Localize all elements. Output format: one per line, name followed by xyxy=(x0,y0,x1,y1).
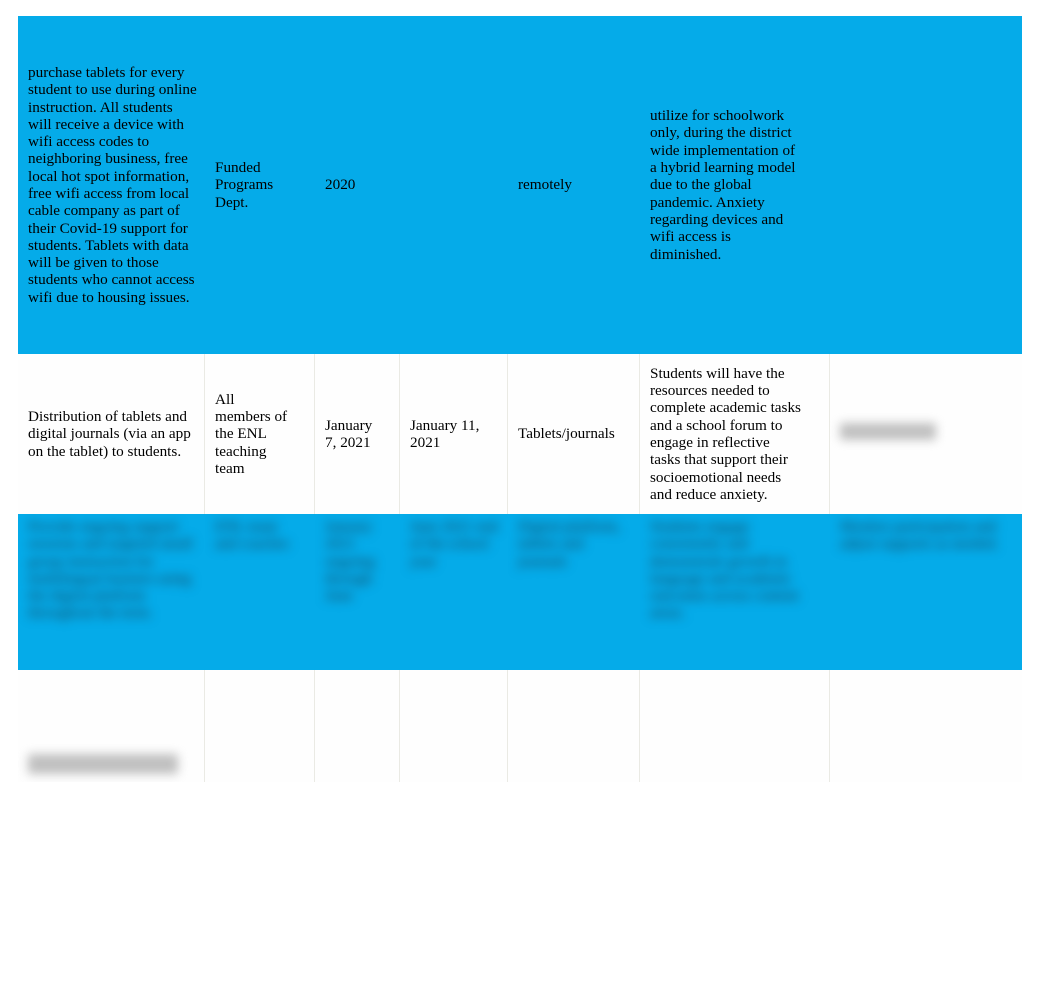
document-canvas: purchase tablets for every student to us… xyxy=(0,0,1062,1006)
table-row: purchase tablets for every student to us… xyxy=(18,16,1022,354)
table-cell-start-date: January 7, 2021 xyxy=(315,354,400,514)
table-cell-notes: Monitor participation and adjust support… xyxy=(830,514,1022,670)
table-cell-activity: Provide ongoing support sessions and tar… xyxy=(18,514,205,670)
cell-text: purchase tablets for every student to us… xyxy=(28,63,197,306)
cell-text: Tablets/journals xyxy=(518,425,615,443)
table-cell-outcome: Students will have the resources needed … xyxy=(640,354,830,514)
table-cell-outcome: utilize for schoolwork only, during the … xyxy=(640,16,830,354)
obscured-cell-text: June 2021 end of the school year xyxy=(410,518,498,570)
table-cell-end-date: June 2021 end of the school year xyxy=(400,514,508,670)
table-cell-responsible xyxy=(205,670,315,782)
cell-text: 2020 xyxy=(325,176,356,194)
table-cell-start-date: 2020 xyxy=(315,16,400,354)
cell-text: remotely xyxy=(518,176,572,194)
cell-text: All members of the ENL teaching team xyxy=(215,390,288,477)
table-cell-activity: Distribution of tablets and digital jour… xyxy=(18,354,205,514)
table-cell-resources xyxy=(508,670,640,782)
cell-text: utilize for schoolwork only, during the … xyxy=(650,107,796,263)
table-cell-start-date: January 2021 ongoing through June xyxy=(315,514,400,670)
obscured-cell-text: ENL team and coaches xyxy=(215,518,289,553)
obscured-cell-text: Provide ongoing support sessions and tar… xyxy=(28,518,193,622)
table-cell-responsible: Funded Programs Dept. xyxy=(205,16,315,354)
table-row: Distribution of tablets and digital jour… xyxy=(18,354,1022,514)
cell-text: January 7, 2021 xyxy=(325,416,373,451)
cell-text: January 11, 2021 xyxy=(410,416,480,451)
table-row: Provide ongoing support sessions and tar… xyxy=(18,514,1022,670)
cell-text: Students will have the resources needed … xyxy=(650,364,801,503)
table-cell-activity: purchase tablets for every student to us… xyxy=(18,16,205,354)
table-cell-end-date xyxy=(400,16,508,354)
action-plan-table: purchase tablets for every student to us… xyxy=(18,16,1022,782)
obscured-cell-text: January 2021 ongoing through June xyxy=(325,518,375,605)
obscured-cell-text: Digital platform, tablets and journals xyxy=(518,518,621,570)
table-cell-start-date xyxy=(315,670,400,782)
obscured-text-block xyxy=(840,423,936,441)
table-cell-resources: remotely xyxy=(508,16,640,354)
table-cell-activity xyxy=(18,670,205,782)
obscured-cell-text: Students engage consistently and demonst… xyxy=(650,518,799,622)
cell-text: Funded Programs Dept. xyxy=(215,159,274,211)
table-cell-resources: Digital platform, tablets and journals xyxy=(508,514,640,670)
table-cell-notes xyxy=(830,670,1022,782)
table-cell-notes xyxy=(830,354,1022,514)
table-cell-resources: Tablets/journals xyxy=(508,354,640,514)
table-cell-end-date xyxy=(400,670,508,782)
obscured-cell-text: Monitor participation and adjust support… xyxy=(840,518,999,553)
table-cell-outcome xyxy=(640,670,830,782)
obscured-text-block xyxy=(28,753,178,774)
table-cell-end-date: January 11, 2021 xyxy=(400,354,508,514)
table-cell-responsible: ENL team and coaches xyxy=(205,514,315,670)
table-cell-outcome: Students engage consistently and demonst… xyxy=(640,514,830,670)
table-row xyxy=(18,670,1022,782)
cell-text: Distribution of tablets and digital jour… xyxy=(28,408,191,460)
table-cell-notes xyxy=(830,16,1022,354)
table-cell-responsible: All members of the ENL teaching team xyxy=(205,354,315,514)
